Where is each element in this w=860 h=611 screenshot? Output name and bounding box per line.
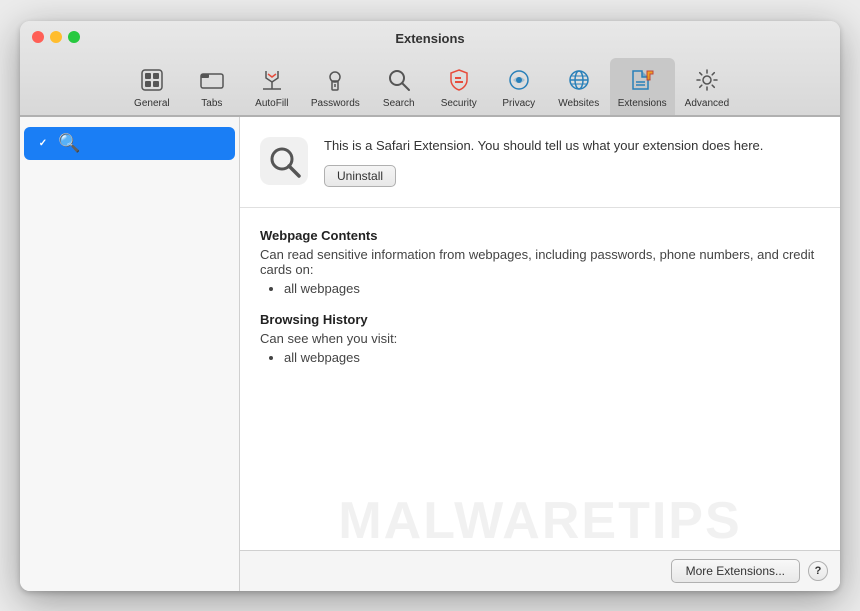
autofill-icon xyxy=(256,64,288,96)
search-label: Search xyxy=(383,98,415,109)
toolbar-item-general[interactable]: General xyxy=(123,58,181,115)
main-window: Extensions General xyxy=(20,21,840,591)
security-icon xyxy=(443,64,475,96)
sidebar: 🔍 xyxy=(20,117,240,591)
more-extensions-button[interactable]: More Extensions... xyxy=(671,559,800,583)
toolbar-item-advanced[interactable]: Advanced xyxy=(677,58,737,115)
titlebar: Extensions General xyxy=(20,21,840,116)
maximize-button[interactable] xyxy=(68,31,80,43)
permission-title-webpage: Webpage Contents xyxy=(260,228,820,243)
toolbar-item-search[interactable]: Search xyxy=(370,58,428,115)
toolbar-item-websites[interactable]: Websites xyxy=(550,58,608,115)
extensions-label: Extensions xyxy=(618,98,667,109)
content-area: 🔍 MALWARETIPS This is a Safari Extension… xyxy=(20,116,840,591)
ext-sidebar-icon: 🔍 xyxy=(58,133,80,154)
toolbar-item-tabs[interactable]: Tabs xyxy=(183,58,241,115)
minimize-button[interactable] xyxy=(50,31,62,43)
advanced-label: Advanced xyxy=(685,98,729,109)
passwords-icon xyxy=(319,64,351,96)
permission-desc-history: Can see when you visit: xyxy=(260,331,820,346)
permission-list-webpage: all webpages xyxy=(260,281,820,296)
permission-title-history: Browsing History xyxy=(260,312,820,327)
toolbar-item-extensions[interactable]: Extensions xyxy=(610,58,675,115)
permission-desc-webpage: Can read sensitive information from webp… xyxy=(260,247,820,277)
advanced-icon xyxy=(691,64,723,96)
window-controls xyxy=(32,31,80,43)
extensions-icon xyxy=(626,64,658,96)
privacy-icon xyxy=(503,64,535,96)
security-label: Security xyxy=(441,98,477,109)
permissions-section: Webpage Contents Can read sensitive info… xyxy=(240,208,840,550)
toolbar-item-autofill[interactable]: AutoFill xyxy=(243,58,301,115)
search-toolbar-icon xyxy=(383,64,415,96)
sidebar-item-search-ext[interactable]: 🔍 xyxy=(24,127,235,160)
permission-list-history: all webpages xyxy=(260,350,820,365)
help-button[interactable]: ? xyxy=(808,561,828,581)
ext-checkbox[interactable] xyxy=(36,136,50,150)
permission-group-webpage: Webpage Contents Can read sensitive info… xyxy=(260,228,820,296)
autofill-label: AutoFill xyxy=(255,98,288,109)
extension-info: This is a Safari Extension. You should t… xyxy=(240,117,840,208)
permission-group-history: Browsing History Can see when you visit:… xyxy=(260,312,820,365)
main-panel: MALWARETIPS This is a Safari Extension. … xyxy=(240,117,840,591)
extension-description: This is a Safari Extension. You should t… xyxy=(324,137,820,155)
permission-item: all webpages xyxy=(284,281,820,296)
uninstall-button[interactable]: Uninstall xyxy=(324,165,396,187)
titlebar-top: Extensions xyxy=(20,31,840,54)
window-title: Extensions xyxy=(32,31,828,46)
close-button[interactable] xyxy=(32,31,44,43)
permission-item: all webpages xyxy=(284,350,820,365)
toolbar-item-passwords[interactable]: Passwords xyxy=(303,58,368,115)
bottom-bar: More Extensions... ? xyxy=(240,550,840,591)
toolbar-item-security[interactable]: Security xyxy=(430,58,488,115)
general-icon xyxy=(136,64,168,96)
tabs-icon xyxy=(196,64,228,96)
websites-label: Websites xyxy=(558,98,599,109)
tabs-label: Tabs xyxy=(201,98,222,109)
toolbar: General Tabs xyxy=(20,54,840,115)
toolbar-item-privacy[interactable]: Privacy xyxy=(490,58,548,115)
passwords-label: Passwords xyxy=(311,98,360,109)
websites-icon xyxy=(563,64,595,96)
extension-icon xyxy=(260,137,308,185)
privacy-label: Privacy xyxy=(502,98,535,109)
extension-details: This is a Safari Extension. You should t… xyxy=(324,137,820,187)
general-label: General xyxy=(134,98,170,109)
